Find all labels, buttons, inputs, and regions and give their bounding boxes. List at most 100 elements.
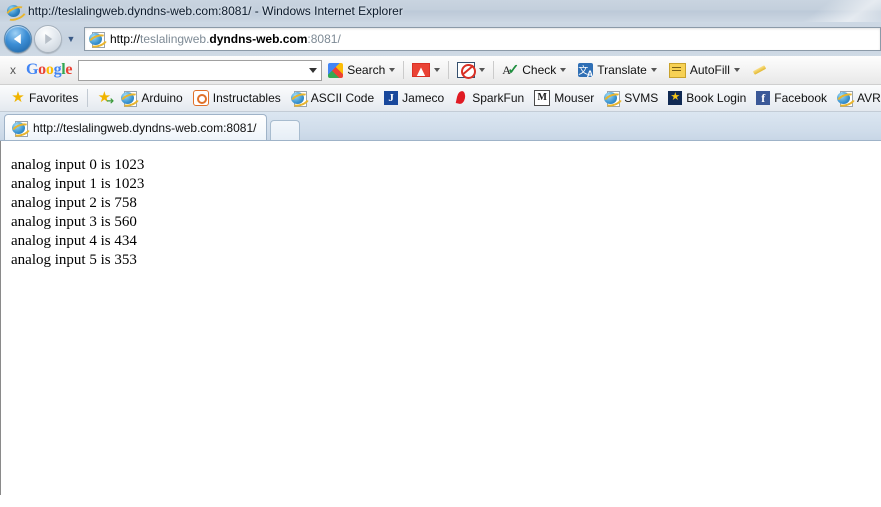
popup-blocker-chevron-down-icon[interactable]	[479, 68, 486, 72]
google-squares-icon	[328, 62, 344, 78]
favorite-item-instructables[interactable]: Instructables	[188, 87, 286, 109]
facebook-icon: f	[756, 91, 771, 105]
autofill-chevron-down-icon[interactable]	[733, 68, 740, 72]
page-favicon-icon	[86, 31, 110, 51]
favorite-item-label: Instructables	[212, 91, 281, 105]
tab-strip: http://teslalingweb.dyndns-web.com:8081/	[0, 112, 881, 141]
url-port-path: :8081/	[307, 32, 341, 46]
favorite-item-label: SVMS	[624, 91, 659, 105]
favorites-items: Arduino Instructables ASCII Code J Jameco Spa…	[116, 87, 881, 110]
analog-reading-line: analog input 4 is 434	[11, 233, 137, 249]
google-logo-letter-5: e	[65, 61, 73, 78]
google-search-button-label: Search	[347, 63, 386, 77]
mouser-icon: M	[534, 90, 551, 106]
favorites-separator	[87, 89, 89, 107]
translate-label: Translate	[597, 63, 647, 77]
new-tab-button[interactable]	[270, 120, 301, 140]
jameco-icon: J	[384, 91, 399, 105]
window-title: http://teslalingweb.dyndns-web.com:8081/…	[28, 4, 403, 18]
back-button[interactable]	[4, 25, 32, 53]
gmail-button[interactable]	[406, 58, 446, 82]
favorite-item-svms[interactable]: SVMS	[599, 87, 663, 110]
favorite-item-jameco[interactable]: J Jameco	[379, 87, 449, 109]
analog-reading-line: analog input 1 is 1023	[11, 176, 145, 192]
translate-chevron-down-icon[interactable]	[650, 68, 657, 72]
favorite-item-label: Mouser	[554, 91, 595, 105]
gmail-chevron-down-icon[interactable]	[434, 68, 441, 72]
booklogin-star-icon: ★	[668, 91, 683, 105]
favorite-item-facebook[interactable]: f Facebook	[751, 87, 832, 109]
google-toolbar: x Google Search A✓ Check Translate AutoF…	[0, 56, 881, 85]
toolbar-separator	[448, 61, 450, 79]
translate-button[interactable]: Translate	[572, 58, 663, 82]
favorite-item-ascii-code[interactable]: ASCII Code	[286, 87, 379, 110]
google-logo-letter-0: G	[26, 61, 39, 78]
tab-active[interactable]: http://teslalingweb.dyndns-web.com:8081/	[4, 114, 268, 140]
favorite-item-label: AVR Fuse	[857, 91, 881, 105]
analog-reading-line: analog input 3 is 560	[11, 214, 137, 230]
add-to-favorites-button[interactable]: ★ ➜	[92, 87, 116, 109]
close-toolbar-button[interactable]: x	[2, 63, 24, 77]
ie-page-icon	[601, 90, 625, 110]
search-history-chevron-down-icon[interactable]	[309, 67, 318, 73]
url-host-domain: dyndns-web.com	[209, 32, 308, 46]
favorites-button[interactable]: ★ Favorites	[6, 87, 83, 109]
ie-page-icon	[834, 90, 858, 110]
internet-explorer-icon	[3, 3, 29, 22]
ie-page-icon	[288, 90, 312, 110]
ie-page-icon	[118, 90, 142, 110]
google-logo: Google	[26, 61, 73, 79]
search-options-chevron-down-icon[interactable]	[389, 68, 396, 72]
popup-blocker-button[interactable]	[451, 58, 491, 82]
popup-blocker-icon	[457, 62, 477, 79]
address-bar[interactable]: http://teslalingweb.dyndns-web.com:8081/	[84, 27, 881, 51]
favorite-item-mouser[interactable]: M Mouser	[529, 87, 599, 109]
spellcheck-icon: A ✓	[502, 61, 520, 77]
google-logo-letter-1: o	[38, 61, 46, 78]
pencil-icon	[752, 63, 768, 77]
favorites-label: Favorites	[29, 91, 79, 105]
tab-title: http://teslalingweb.dyndns-web.com:8081/	[33, 120, 257, 135]
favorite-item-book-login[interactable]: ★ Book Login	[663, 87, 751, 109]
translate-icon	[578, 62, 594, 79]
page-content: analog input 0 is 1023 analog input 1 is …	[0, 141, 881, 495]
sparkfun-icon	[454, 91, 468, 105]
forward-button[interactable]	[34, 25, 62, 53]
google-search-input[interactable]	[78, 59, 323, 81]
star-icon: ★	[11, 89, 25, 106]
favorite-item-arduino[interactable]: Arduino	[116, 87, 187, 110]
favorites-bar: ★ Favorites ★ ➜ Arduino Instructables ASCII…	[0, 85, 881, 112]
favorite-item-label: Arduino	[141, 91, 183, 105]
favorite-item-label: Jameco	[402, 91, 445, 105]
recent-pages-chevron-down-icon[interactable]: ▼	[64, 34, 78, 44]
autofill-button[interactable]: AutoFill	[663, 58, 746, 82]
favorite-item-sparkfun[interactable]: SparkFun	[449, 87, 529, 109]
favorite-item-label: Book Login	[686, 91, 747, 105]
instructables-icon	[192, 90, 209, 106]
analog-reading-line: analog input 2 is 758	[11, 195, 137, 211]
analog-readings-list: analog input 0 is 1023 analog input 1 is …	[11, 156, 881, 270]
address-bar-url: http://teslalingweb.dyndns-web.com:8081/	[110, 32, 341, 46]
navigation-bar: ▼ http://teslalingweb.dyndns-web.com:808…	[0, 22, 881, 56]
url-host-prefix: teslalingweb.	[140, 32, 210, 46]
favorite-item-avr-fuse[interactable]: AVR Fuse	[832, 87, 881, 110]
google-logo-letter-2: o	[45, 61, 54, 78]
autofill-icon	[668, 62, 686, 78]
google-search-button[interactable]: Search	[322, 58, 401, 82]
spellcheck-chevron-down-icon[interactable]	[560, 68, 567, 72]
highlight-button[interactable]	[746, 58, 774, 82]
favorite-item-label: Facebook	[774, 91, 827, 105]
spellcheck-button[interactable]: A ✓ Check	[496, 58, 572, 82]
spellcheck-label: Check	[522, 63, 557, 77]
toolbar-separator	[493, 61, 495, 79]
tab-favicon-icon	[9, 120, 33, 139]
url-scheme: http://	[110, 32, 141, 46]
favorite-item-label: SparkFun	[472, 91, 525, 105]
add-favorite-star-icon: ★ ➜	[97, 89, 115, 107]
analog-reading-line: analog input 0 is 1023	[11, 157, 145, 173]
gmail-envelope-icon	[412, 63, 431, 77]
title-bar: http://teslalingweb.dyndns-web.com:8081/…	[0, 0, 881, 22]
favorite-item-label: ASCII Code	[310, 91, 375, 105]
toolbar-separator	[403, 61, 405, 79]
analog-reading-line: analog input 5 is 353	[11, 252, 137, 268]
